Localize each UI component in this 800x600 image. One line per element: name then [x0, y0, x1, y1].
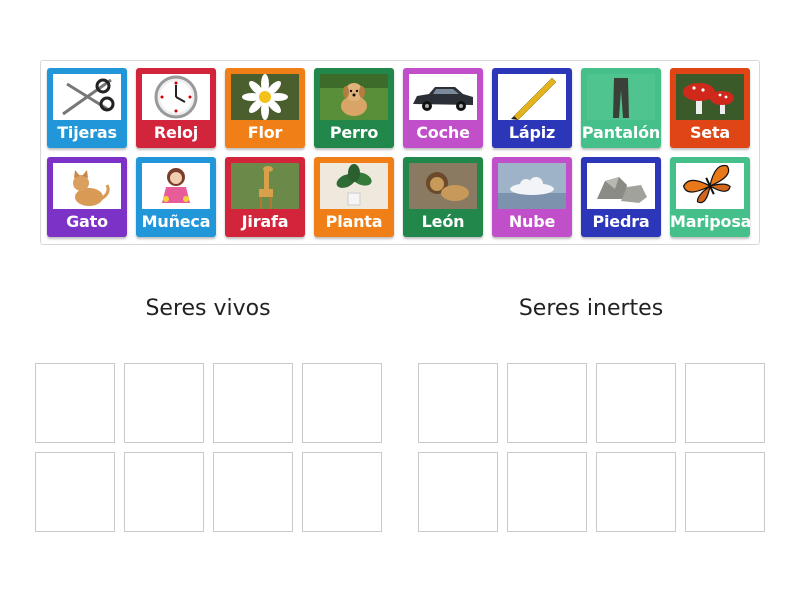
giraffe-icon: [231, 163, 299, 209]
drop-slot-seres-vivos[interactable]: [35, 452, 115, 532]
drop-slot-seres-inertes[interactable]: [418, 452, 498, 532]
lion-icon: [409, 163, 477, 209]
doll-icon: [142, 163, 210, 209]
card-label: Perro: [329, 123, 379, 142]
drop-slot-seres-inertes[interactable]: [596, 452, 676, 532]
group-title-seres-inertes: Seres inertes: [518, 296, 664, 321]
drop-slot-seres-vivos[interactable]: [213, 363, 293, 443]
card-label: León: [421, 212, 465, 231]
card-nube[interactable]: Nube: [492, 157, 572, 237]
card-label: Planta: [325, 212, 383, 231]
drop-slot-seres-vivos[interactable]: [302, 452, 382, 532]
drop-slot-seres-vivos[interactable]: [124, 452, 204, 532]
drop-slot-seres-inertes[interactable]: [418, 363, 498, 443]
scissors-icon: [53, 74, 121, 120]
drop-slot-seres-inertes[interactable]: [685, 363, 765, 443]
plant-icon: [320, 163, 388, 209]
cat-icon: [53, 163, 121, 209]
card-muneca[interactable]: Muñeca: [136, 157, 216, 237]
card-gato[interactable]: Gato: [47, 157, 127, 237]
card-lapiz[interactable]: Lápiz: [492, 68, 572, 148]
drop-slot-seres-vivos[interactable]: [35, 363, 115, 443]
card-mariposa[interactable]: Mariposa: [670, 157, 752, 237]
card-seta[interactable]: Seta: [670, 68, 750, 148]
card-planta[interactable]: Planta: [314, 157, 394, 237]
card-tijeras[interactable]: Tijeras: [47, 68, 127, 148]
mushroom-icon: [676, 74, 744, 120]
clock-icon: [142, 74, 210, 120]
cloud-icon: [498, 163, 566, 209]
card-label: Nube: [508, 212, 556, 231]
card-jirafa[interactable]: Jirafa: [225, 157, 305, 237]
trousers-icon: [587, 74, 655, 120]
pencil-icon: [498, 74, 566, 120]
card-label: Piedra: [592, 212, 650, 231]
flower-icon: [231, 74, 299, 120]
card-label: Muñeca: [141, 212, 211, 231]
card-label: Pantalón: [581, 123, 661, 142]
butterfly-icon: [676, 163, 744, 209]
drop-slot-seres-vivos[interactable]: [124, 363, 204, 443]
card-flor[interactable]: Flor: [225, 68, 305, 148]
drop-slot-seres-inertes[interactable]: [507, 452, 587, 532]
card-leon[interactable]: León: [403, 157, 483, 237]
drop-slot-seres-vivos[interactable]: [302, 363, 382, 443]
card-reloj[interactable]: Reloj: [136, 68, 216, 148]
card-label: Tijeras: [57, 123, 117, 142]
card-label: Jirafa: [241, 212, 289, 231]
drop-slot-seres-inertes[interactable]: [596, 363, 676, 443]
drop-slot-seres-inertes[interactable]: [507, 363, 587, 443]
card-label: Gato: [66, 212, 108, 231]
card-piedra[interactable]: Piedra: [581, 157, 661, 237]
card-perro[interactable]: Perro: [314, 68, 394, 148]
dog-icon: [320, 74, 388, 120]
card-pantalon[interactable]: Pantalón: [581, 68, 661, 148]
card-coche[interactable]: Coche: [403, 68, 483, 148]
drop-slot-seres-vivos[interactable]: [213, 452, 293, 532]
card-label: Reloj: [153, 123, 199, 142]
group-title-seres-vivos: Seres vivos: [145, 296, 271, 321]
card-label: Coche: [416, 123, 470, 142]
card-label: Mariposa: [670, 212, 752, 231]
card-label: Lápiz: [508, 123, 556, 142]
stone-icon: [587, 163, 655, 209]
card-label: Flor: [247, 123, 283, 142]
card-label: Seta: [689, 123, 731, 142]
drop-slot-seres-inertes[interactable]: [685, 452, 765, 532]
car-icon: [409, 74, 477, 120]
